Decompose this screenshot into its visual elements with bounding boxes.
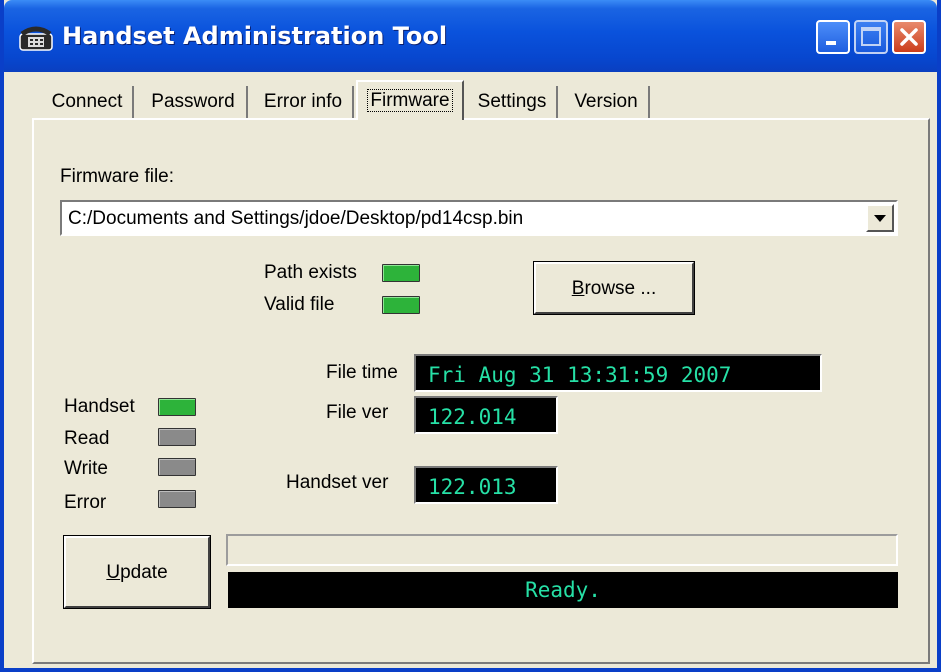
- handset-ver-label: Handset ver: [286, 472, 389, 493]
- close-icon: [900, 28, 918, 46]
- file-ver-label: File ver: [326, 402, 389, 423]
- handset-ver-display: 122.013: [414, 466, 558, 504]
- path-exists-label: Path exists: [264, 262, 357, 283]
- browse-mnemonic: B: [571, 278, 585, 299]
- indicator-read-led: [158, 428, 196, 446]
- indicator-read-label: Read: [64, 428, 110, 449]
- maximize-icon: [861, 27, 881, 46]
- tab-error-info[interactable]: Error info: [254, 86, 354, 118]
- firmware-file-value: C:/Documents and Settings/jdoe/Desktop/p…: [68, 208, 524, 229]
- valid-file-label: Valid file: [264, 294, 335, 315]
- window-title: Handset Administration Tool: [62, 22, 448, 50]
- tab-settings-label: Settings: [477, 91, 547, 112]
- indicator-error-label: Error: [64, 492, 107, 513]
- indicator-handset-label: Handset: [64, 396, 135, 417]
- update-button[interactable]: Update: [63, 535, 211, 609]
- tab-connect-label: Connect: [51, 91, 123, 112]
- file-time-display: Fri Aug 31 13:31:59 2007: [414, 354, 822, 392]
- indicator-error-led: [158, 490, 196, 508]
- tab-firmware[interactable]: Firmware: [356, 80, 464, 120]
- title-bar[interactable]: Handset Administration Tool: [4, 0, 937, 72]
- phone-icon: [19, 26, 53, 51]
- tab-version[interactable]: Version: [564, 86, 650, 118]
- minimize-button[interactable]: [816, 20, 850, 54]
- firmware-file-label: Firmware file:: [60, 166, 175, 187]
- browse-button[interactable]: Browse ...: [533, 261, 695, 315]
- app-window: Handset Administration Tool Connect Pass…: [0, 0, 941, 672]
- indicator-write-label: Write: [64, 458, 108, 479]
- update-label: pdate: [120, 562, 168, 583]
- tab-password-label: Password: [151, 91, 235, 112]
- tab-firmware-label: Firmware: [367, 89, 453, 112]
- path-exists-led: [382, 264, 420, 282]
- tab-error-info-label: Error info: [263, 91, 343, 112]
- valid-file-led: [382, 296, 420, 314]
- close-button[interactable]: [892, 20, 926, 54]
- file-time-label: File time: [326, 362, 398, 383]
- browse-label: rowse ...: [584, 278, 657, 299]
- firmware-file-combobox[interactable]: C:/Documents and Settings/jdoe/Desktop/p…: [60, 200, 898, 236]
- indicator-handset-led: [158, 398, 196, 416]
- tab-version-label: Version: [574, 91, 638, 112]
- chevron-down-icon: [874, 215, 886, 222]
- file-ver-display: 122.014: [414, 396, 558, 434]
- tab-connect[interactable]: Connect: [42, 86, 134, 118]
- indicator-write-led: [158, 458, 196, 476]
- firmware-file-dropdown-button[interactable]: [866, 204, 894, 232]
- status-display: Ready.: [228, 572, 898, 608]
- minimize-icon: [826, 41, 836, 45]
- tab-settings[interactable]: Settings: [468, 86, 558, 118]
- update-mnemonic: U: [106, 562, 121, 583]
- tab-password[interactable]: Password: [140, 86, 248, 118]
- maximize-button[interactable]: [854, 20, 888, 54]
- update-progress-bar: [226, 534, 898, 566]
